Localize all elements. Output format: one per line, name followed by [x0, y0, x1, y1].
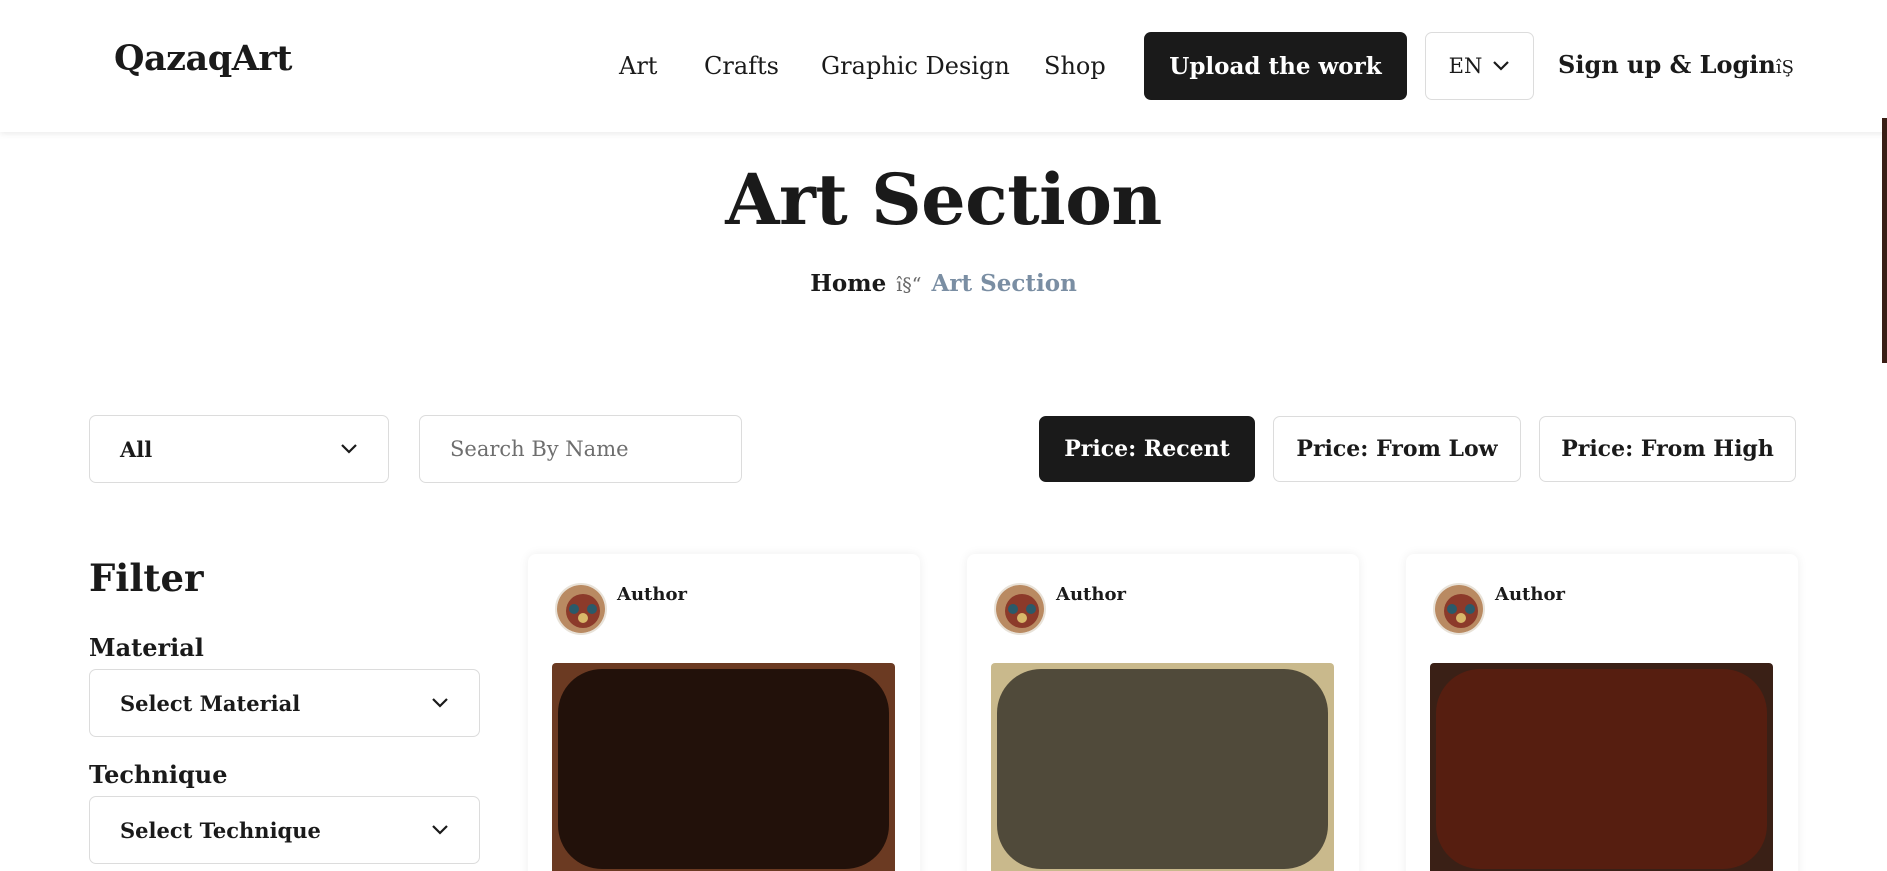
- upload-work-button[interactable]: Upload the work: [1144, 32, 1407, 100]
- sort-price-high-button[interactable]: Price: From High: [1539, 416, 1796, 482]
- author-name[interactable]: Author: [1056, 584, 1126, 605]
- author-name[interactable]: Author: [1495, 584, 1565, 605]
- technique-selected-value: Select Technique: [120, 817, 321, 843]
- artwork-card[interactable]: Author: [1406, 554, 1798, 871]
- author-name[interactable]: Author: [617, 584, 687, 605]
- language-label: EN: [1448, 54, 1483, 78]
- artwork-card[interactable]: Author: [967, 554, 1359, 871]
- site-header: QazaqArt Art Crafts Graphic Design Shop …: [0, 0, 1887, 132]
- material-select[interactable]: Select Material: [89, 669, 480, 737]
- language-select[interactable]: EN: [1425, 32, 1534, 100]
- search-input[interactable]: [419, 415, 742, 483]
- breadcrumb-separator-icon: î§“: [896, 274, 922, 296]
- chevron-down-icon: [432, 698, 448, 708]
- breadcrumb: Home î§“ Art Section: [0, 270, 1887, 297]
- author-avatar[interactable]: [994, 583, 1046, 635]
- chevron-down-icon: [432, 825, 448, 835]
- site-logo[interactable]: QazaqArt: [114, 38, 292, 79]
- material-selected-value: Select Material: [120, 690, 301, 716]
- artwork-image[interactable]: [552, 663, 895, 871]
- author-avatar[interactable]: [555, 583, 607, 635]
- chevron-down-icon: [341, 444, 357, 454]
- technique-label: Technique: [89, 760, 228, 789]
- author-avatar[interactable]: [1433, 583, 1485, 635]
- breadcrumb-current: Art Section: [931, 270, 1077, 297]
- category-selected-value: All: [120, 436, 153, 462]
- login-link[interactable]: Sign up & LoginîŞ: [1558, 50, 1794, 79]
- nav-link-art[interactable]: Art: [619, 52, 657, 80]
- technique-select[interactable]: Select Technique: [89, 796, 480, 864]
- artwork-image[interactable]: [991, 663, 1334, 871]
- artwork-card[interactable]: Author: [528, 554, 920, 871]
- nav-link-graphic-design[interactable]: Graphic Design: [821, 52, 1010, 80]
- artwork-image[interactable]: [1430, 663, 1773, 871]
- nav-link-crafts[interactable]: Crafts: [704, 52, 779, 80]
- material-label: Material: [89, 633, 204, 662]
- sort-recent-button[interactable]: Price: Recent: [1039, 416, 1255, 482]
- sort-price-low-button[interactable]: Price: From Low: [1273, 416, 1521, 482]
- login-label: Sign up & Login: [1558, 50, 1776, 79]
- filter-title: Filter: [89, 556, 204, 600]
- user-icon: îŞ: [1775, 57, 1794, 78]
- nav-link-shop[interactable]: Shop: [1044, 52, 1106, 80]
- category-select[interactable]: All: [89, 415, 389, 483]
- chevron-down-icon: [1493, 61, 1510, 71]
- page-title: Art Section: [725, 158, 1162, 241]
- breadcrumb-home[interactable]: Home: [810, 270, 886, 297]
